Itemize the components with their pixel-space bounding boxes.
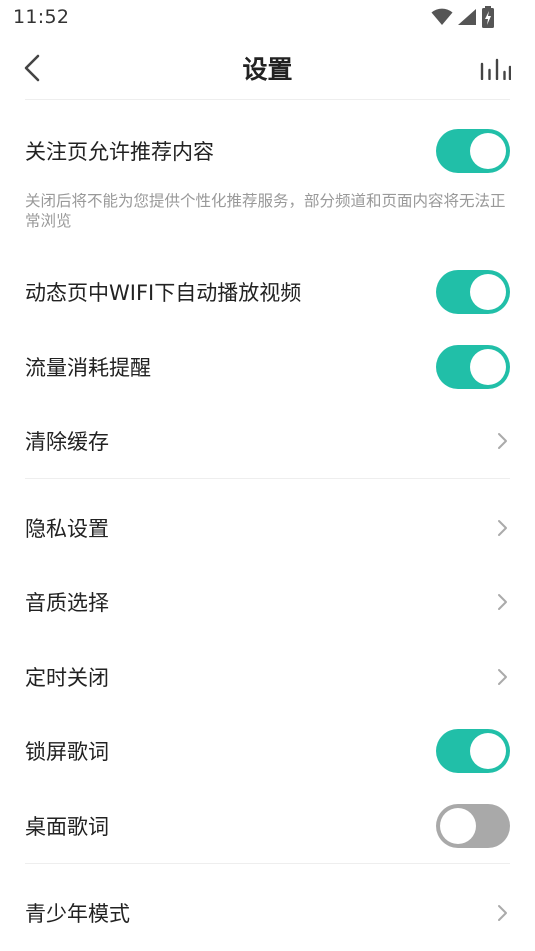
cell-signal-icon <box>458 9 476 25</box>
toggle-knob <box>470 133 506 169</box>
setting-row-privacy[interactable]: 隐私设置 <box>25 498 510 558</box>
setting-row-desktop-lyrics: 桌面歌词 <box>25 796 510 856</box>
page-title: 设置 <box>242 55 293 84</box>
equalizer-icon <box>480 58 511 80</box>
setting-label: 定时关闭 <box>25 666 109 690</box>
toggle-knob <box>470 274 506 310</box>
setting-row-recommend: 关注页允许推荐内容 <box>25 121 510 181</box>
setting-row-sleep-timer[interactable]: 定时关闭 <box>25 647 510 707</box>
section-divider <box>25 863 510 864</box>
toggle-knob <box>470 733 506 769</box>
lock-screen-lyrics-toggle[interactable] <box>436 729 510 773</box>
setting-row-data-usage: 流量消耗提醒 <box>25 337 510 397</box>
status-icons <box>431 6 495 28</box>
chevron-right-icon <box>498 594 507 610</box>
status-time: 11:52 <box>13 6 70 28</box>
setting-label: 清除缓存 <box>25 430 109 454</box>
setting-label: 桌面歌词 <box>25 815 109 839</box>
setting-label: 锁屏歌词 <box>25 740 109 764</box>
toggle-knob <box>440 808 476 844</box>
chevron-right-icon <box>498 520 507 536</box>
wifi-autoplay-toggle[interactable] <box>436 270 510 314</box>
app-header: 设置 <box>0 36 535 100</box>
setting-row-youth-mode[interactable]: 青少年模式 <box>25 883 510 943</box>
setting-label: 隐私设置 <box>25 517 109 541</box>
chevron-right-icon <box>498 669 507 685</box>
section-divider <box>25 478 510 479</box>
setting-label: 青少年模式 <box>25 902 130 926</box>
chevron-right-icon <box>498 905 507 921</box>
wifi-icon <box>431 8 453 25</box>
setting-row-lock-screen-lyrics: 锁屏歌词 <box>25 721 510 781</box>
recommend-toggle[interactable] <box>436 129 510 173</box>
setting-row-clear-cache[interactable]: 清除缓存 <box>25 411 510 471</box>
setting-row-wifi-autoplay: 动态页中WIFI下自动播放视频 <box>25 262 510 322</box>
data-usage-toggle[interactable] <box>436 345 510 389</box>
recommend-hint: 关闭后将不能为您提供个性化推荐服务，部分频道和页面内容将无法正常浏览 <box>25 192 506 230</box>
status-bar: 11:52 <box>0 0 535 36</box>
setting-label: 关注页允许推荐内容 <box>25 140 214 164</box>
setting-label: 音质选择 <box>25 591 109 615</box>
setting-row-audio-quality[interactable]: 音质选择 <box>25 572 510 632</box>
chevron-right-icon <box>498 433 507 449</box>
desktop-lyrics-toggle[interactable] <box>436 804 510 848</box>
equalizer-button[interactable] <box>477 54 513 84</box>
setting-label: 动态页中WIFI下自动播放视频 <box>25 281 302 305</box>
header-divider <box>25 99 510 100</box>
battery-charging-icon <box>482 6 494 28</box>
setting-label: 流量消耗提醒 <box>25 356 151 380</box>
toggle-knob <box>470 349 506 385</box>
